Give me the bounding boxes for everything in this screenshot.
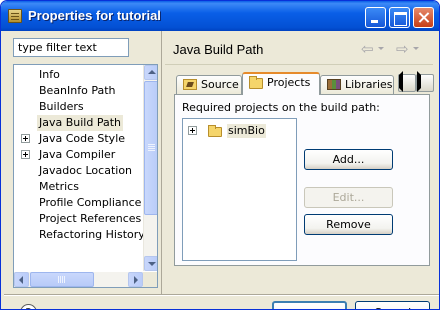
- tree-item-label: BeanInfo Path: [39, 84, 116, 97]
- dialog-client-area: type filter text Info BeanInfo Path Buil…: [4, 31, 439, 309]
- edit-button[interactable]: Edit...: [304, 187, 393, 208]
- arrow-left-icon: [399, 71, 403, 92]
- title-divider: [165, 64, 433, 65]
- source-folder-icon: [183, 79, 197, 90]
- tree-item-label: Profile Compliance an: [39, 196, 158, 209]
- arrow-down-icon: [148, 262, 156, 266]
- arrow-right-icon: [417, 71, 421, 92]
- tree-item-label: Javadoc Location: [39, 164, 133, 177]
- chevron-down-icon: [413, 47, 419, 50]
- tree-horizontal-scrollbar[interactable]: [14, 272, 143, 287]
- expand-icon[interactable]: [188, 126, 197, 135]
- tree-item-label: Info: [39, 68, 60, 81]
- expand-icon[interactable]: [21, 134, 30, 143]
- tree-item-label: Builders: [39, 100, 84, 113]
- tab-strip: Source Projects Libraries: [174, 71, 436, 95]
- remove-button[interactable]: Remove: [304, 214, 393, 235]
- window-title: Properties for tutorial: [28, 8, 161, 23]
- tab-projects[interactable]: Projects: [242, 72, 320, 95]
- scrollbar-corner: [143, 272, 157, 287]
- pane-divider[interactable]: [161, 31, 162, 294]
- maximize-button[interactable]: [389, 7, 410, 28]
- required-projects-label: Required projects on the build path:: [182, 101, 380, 114]
- filter-input[interactable]: type filter text: [13, 38, 129, 57]
- tree-item-label: Java Build Path: [37, 115, 124, 131]
- tab-scroll-right-button[interactable]: [416, 71, 434, 92]
- horizontal-scroll-thumb[interactable]: [30, 272, 94, 287]
- properties-dialog: Properties for tutorial type filter text…: [0, 0, 440, 310]
- page-title: Java Build Path: [173, 42, 264, 57]
- tree-item-label: Metrics: [39, 180, 79, 193]
- tab-label: Libraries: [345, 78, 393, 91]
- tree-item-label: Project References: [39, 212, 142, 225]
- chevron-down-icon: [378, 47, 384, 50]
- cancel-button[interactable]: Cancel: [355, 301, 430, 309]
- title-bar[interactable]: Properties for tutorial: [1, 1, 439, 31]
- tree-item-label: Refactoring History: [39, 228, 145, 241]
- forward-button[interactable]: ⇨: [396, 41, 424, 57]
- scroll-right-button[interactable]: [128, 272, 143, 287]
- vertical-scroll-thumb[interactable]: [144, 81, 157, 215]
- tree-item-label: Java Compiler: [39, 148, 116, 161]
- tree-vertical-scrollbar[interactable]: [143, 65, 157, 271]
- properties-icon: [8, 9, 22, 23]
- project-label: simBio: [227, 124, 266, 138]
- arrow-up-icon: [148, 70, 156, 74]
- tab-label: Source: [201, 78, 239, 91]
- tab-scroll-left-button[interactable]: [398, 71, 416, 92]
- back-arrow-icon: ⇦: [361, 40, 374, 58]
- back-button[interactable]: ⇦: [361, 41, 389, 57]
- footer-divider: [4, 294, 439, 296]
- forward-arrow-icon: ⇨: [396, 40, 409, 58]
- property-page-tree: Info BeanInfo Path Builders Java Build P…: [13, 64, 158, 288]
- scroll-down-button[interactable]: [144, 256, 157, 271]
- tab-libraries[interactable]: Libraries: [320, 75, 394, 94]
- ok-button[interactable]: OK: [272, 301, 347, 309]
- arrow-right-icon: [134, 276, 138, 284]
- project-folder-icon: [208, 125, 222, 137]
- arrow-left-icon: [19, 276, 23, 284]
- minimize-button[interactable]: [365, 7, 386, 28]
- close-button[interactable]: [413, 7, 434, 28]
- scroll-up-button[interactable]: [144, 65, 157, 80]
- help-icon[interactable]: ?: [20, 304, 37, 309]
- projects-tab-panel: Required projects on the build path: sim…: [174, 94, 430, 266]
- tab-label: Projects: [267, 76, 311, 89]
- tab-source[interactable]: Source: [176, 75, 242, 94]
- add-button[interactable]: Add...: [304, 149, 393, 170]
- tree-item-label: Java Code Style: [39, 132, 126, 145]
- required-projects-list[interactable]: simBio: [182, 118, 297, 261]
- scroll-left-button[interactable]: [14, 272, 29, 287]
- project-folder-icon: [249, 76, 263, 89]
- expand-icon[interactable]: [21, 150, 30, 159]
- libraries-icon: [327, 79, 341, 90]
